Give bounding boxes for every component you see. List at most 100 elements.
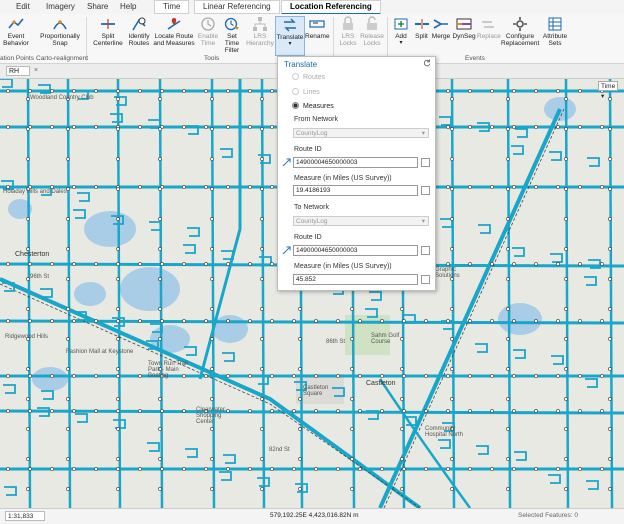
route-vertex: [210, 367, 214, 371]
copy-measure-button[interactable]: [421, 186, 430, 195]
lake: [32, 367, 68, 391]
event-behavior-icon: [8, 18, 24, 29]
local-route: [187, 227, 200, 237]
copy-measure-button[interactable]: [421, 275, 430, 284]
copy-route-id-button[interactable]: [421, 246, 430, 255]
route-vertex: [50, 467, 54, 471]
add-event-button[interactable]: Add ▾: [391, 16, 411, 47]
route-vertex: [270, 467, 274, 471]
refresh-icon[interactable]: [423, 59, 431, 67]
route-vertex: [116, 467, 120, 471]
radio-routes[interactable]: Routes: [292, 73, 325, 81]
local-route: [513, 349, 526, 359]
copy-route-id-button[interactable]: [421, 158, 430, 167]
configure-replacement-button[interactable]: Configure Replacement: [501, 16, 539, 47]
route-vertex: [138, 89, 142, 93]
chevron-down-icon: ▾: [399, 40, 403, 46]
route-vertex: [564, 487, 568, 491]
route-vertex: [260, 337, 264, 341]
route-vertex: [512, 467, 516, 471]
route-vertex: [600, 319, 604, 323]
route-vertex: [160, 319, 164, 323]
ribbon-separator: [387, 17, 388, 61]
proportionally-snap-button[interactable]: Proportionally Snap: [40, 16, 80, 47]
route-vertex: [210, 217, 214, 221]
route-vertex: [182, 262, 186, 266]
route-vertex: [446, 262, 450, 266]
time-slider-button[interactable]: Time ▾: [598, 81, 618, 100]
map-tab-rh[interactable]: RH: [6, 66, 30, 76]
to-network-dropdown[interactable]: CountyLog ▾: [293, 216, 429, 226]
lrs-hierarchy-button[interactable]: LRS Hierarchy: [246, 16, 274, 47]
pane-title: Translate: [284, 60, 318, 69]
close-icon[interactable]: ×: [34, 66, 38, 76]
group-location-points: ation Points: [0, 55, 34, 62]
set-time-filter-button[interactable]: Set Time Filter: [220, 16, 244, 54]
locate-route-button[interactable]: Locate Route and Measures: [152, 16, 196, 47]
route-vertex: [270, 125, 274, 129]
local-route: [184, 346, 197, 356]
local-route: [511, 145, 524, 155]
pick-route-icon[interactable]: [282, 158, 291, 167]
measure-input-from[interactable]: 19.4186193: [293, 185, 418, 196]
route-vertex: [138, 262, 142, 266]
route-vertex: [260, 487, 264, 491]
pick-route-icon[interactable]: [282, 246, 291, 255]
route-id-input-from[interactable]: 14900004650000003: [293, 157, 418, 168]
lake: [74, 282, 106, 306]
route-vertex: [490, 262, 494, 266]
route-vertex: [204, 125, 208, 129]
menu-linear-referencing[interactable]: Linear Referencing: [194, 0, 280, 14]
menu-imagery[interactable]: Imagery: [46, 1, 75, 13]
radio-lines[interactable]: Lines: [292, 88, 320, 96]
route-vertex: [608, 97, 612, 101]
local-route: [223, 454, 236, 464]
menu-share[interactable]: Share: [87, 1, 108, 13]
route-vertex: [600, 467, 604, 471]
lrs-locks-button[interactable]: LRS Locks: [337, 16, 359, 47]
route-vertex: [158, 187, 162, 191]
enable-time-button[interactable]: Enable Time: [197, 16, 219, 47]
route-vertex: [600, 185, 604, 189]
route-id-input-to[interactable]: 14900004650000003: [293, 245, 418, 256]
replace-icon: [482, 21, 494, 28]
route-vertex: [50, 262, 54, 266]
radio-measures[interactable]: Measures: [292, 102, 334, 110]
route-vertex: [534, 125, 538, 129]
snap-icon: [53, 20, 67, 30]
map-label-96th: 96th St: [30, 274, 50, 280]
radio-dot: [292, 102, 299, 109]
local-route: [551, 355, 564, 365]
scale-selector[interactable]: 1:31,833: [5, 511, 45, 521]
split-centerline-button[interactable]: Split Centerline: [90, 16, 126, 47]
translate-button[interactable]: Translate ▾: [275, 16, 305, 56]
split-event-button[interactable]: Split: [413, 16, 430, 40]
from-network-dropdown[interactable]: CountyLog ▾: [293, 128, 429, 138]
menu-location-referencing[interactable]: Location Referencing: [281, 0, 381, 15]
menu-time[interactable]: Time: [154, 0, 190, 14]
menu-help[interactable]: Help: [120, 1, 136, 13]
dynseg-button[interactable]: DynSeg: [452, 16, 476, 40]
map-label-castleton: Castleton: [366, 380, 396, 387]
map-label-town-run: Town Run Trail Park - Main Boating: [148, 361, 188, 379]
attribute-sets-button[interactable]: Attribute Sets: [541, 16, 569, 47]
route-vertex: [210, 397, 214, 401]
event-behavior-button[interactable]: Event Behavior: [1, 16, 31, 47]
replace-button[interactable]: Replace: [477, 16, 501, 40]
route-vertex: [490, 185, 494, 189]
route-vertex: [556, 185, 560, 189]
menu-edit[interactable]: Edit: [16, 1, 30, 13]
route-vertex: [600, 374, 604, 378]
identify-routes-icon: [132, 17, 146, 31]
identify-routes-button[interactable]: Identify Routes: [127, 16, 151, 47]
merge-event-button[interactable]: Merge: [431, 16, 451, 40]
route-vertex: [314, 467, 318, 471]
release-locks-button[interactable]: Release Locks: [360, 16, 384, 47]
route-vertex: [336, 409, 340, 413]
route-vertex: [564, 397, 568, 401]
measure-input-to[interactable]: 45.852: [293, 274, 418, 285]
route-vertex: [6, 374, 10, 378]
route-vertex: [336, 374, 340, 378]
route-vertex: [358, 374, 362, 378]
rename-button[interactable]: Rename: [305, 16, 330, 40]
